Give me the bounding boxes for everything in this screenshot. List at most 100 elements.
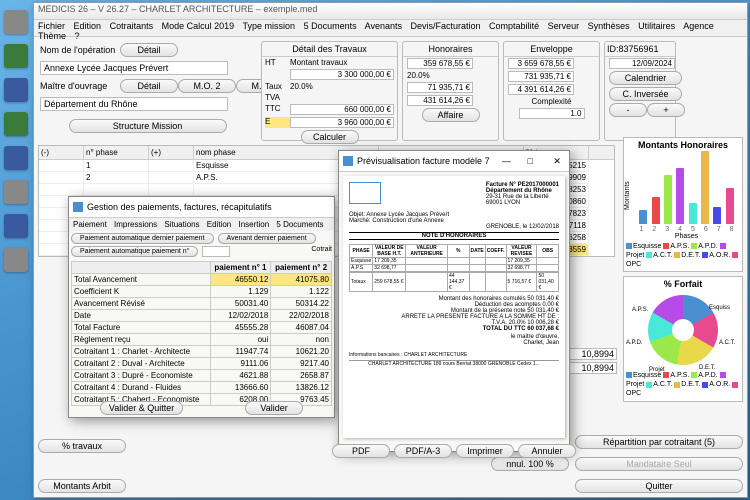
- menu-item[interactable]: 5 Documents: [304, 21, 357, 31]
- avenant-last-button[interactable]: Avenant dernier paiement: [218, 233, 316, 244]
- dialog-title: Gestion des paiements, factures, récapit…: [87, 202, 272, 212]
- affaire-button[interactable]: Affaire: [422, 108, 480, 122]
- valider-button[interactable]: Valider: [245, 401, 303, 415]
- hon-v4: 431 614,26 €: [407, 95, 473, 106]
- tva-value: 660 000,00 €: [290, 104, 394, 115]
- menu-item[interactable]: Serveur: [548, 21, 580, 31]
- tva-label: TVA: [265, 93, 290, 102]
- mo-label: Maître d'ouvrage: [40, 81, 120, 91]
- menu-item[interactable]: Impressions: [114, 220, 157, 229]
- montants-arbit-button[interactable]: Montants Arbit: [38, 479, 126, 493]
- auto-pay-last-button[interactable]: Paiement automatique dernier paiement: [71, 233, 214, 244]
- menu-item[interactable]: Devis/Facturation: [411, 21, 481, 31]
- chart-title: Montants Honoraires: [624, 138, 742, 152]
- desktop-icon[interactable]: [4, 214, 28, 238]
- col-minus[interactable]: (-): [39, 146, 84, 159]
- menu-item[interactable]: Thème: [38, 31, 66, 41]
- hon-pct: 20.0%: [407, 71, 430, 80]
- desktop-icon[interactable]: [4, 44, 28, 68]
- menu-item[interactable]: Fichier: [38, 21, 65, 31]
- env-v3: 4 391 614,26 €: [508, 84, 574, 95]
- cp: 69001 LYON: [486, 200, 520, 206]
- imprimer-button[interactable]: Imprimer: [456, 444, 514, 458]
- dialog-title: Prévisualisation facture modèle 7: [357, 156, 490, 166]
- ttc-v: 60 037,68 €: [527, 326, 559, 332]
- minus-button[interactable]: -: [609, 103, 647, 117]
- enveloppe-header: Enveloppe: [504, 42, 599, 57]
- ht-label: HT: [265, 58, 290, 67]
- repartition-button[interactable]: Répartition par cotraitant (5): [575, 435, 743, 449]
- detail-button[interactable]: Détail: [120, 79, 178, 93]
- menu-item[interactable]: Cotraitants: [110, 21, 154, 31]
- app-icon: [73, 202, 83, 212]
- mo-field[interactable]: Département du Rhône: [40, 97, 228, 111]
- menu-bar: Fichier Edition Cotraitants Mode Calcul …: [34, 20, 747, 37]
- annuler-button[interactable]: Annuler: [518, 444, 576, 458]
- menu-item[interactable]: Comptabilité: [489, 21, 539, 31]
- desktop-icon[interactable]: [4, 78, 28, 102]
- calendrier-button[interactable]: Calendrier: [609, 71, 682, 85]
- menu-item[interactable]: Agence: [683, 21, 714, 31]
- desktop-icon[interactable]: [4, 146, 28, 170]
- invoice-table: PHASEVALEUR DE BASE H.T.VALEUR ANTERIEUR…: [349, 244, 559, 292]
- pct-travaux-button[interactable]: % travaux: [38, 439, 126, 453]
- desktop-icon[interactable]: [4, 180, 28, 204]
- structure-mission-button[interactable]: Structure Mission: [69, 119, 227, 133]
- menu-item[interactable]: Avenants: [365, 21, 402, 31]
- date-value[interactable]: 12/09/2024: [609, 58, 675, 69]
- x-axis-label: Phases: [631, 233, 742, 240]
- c-inversee-button[interactable]: C. Inversée: [609, 87, 682, 101]
- pay-n-field[interactable]: [202, 246, 230, 257]
- desktop-icons: [0, 0, 32, 500]
- maximize-icon[interactable]: □: [524, 156, 537, 166]
- menu-item[interactable]: Utilitaires: [638, 21, 675, 31]
- payment-dialog: Gestion des paiements, factures, récapit…: [68, 196, 335, 418]
- menu-item[interactable]: Type mission: [243, 21, 296, 31]
- travaux-panel: Détail des Travaux HTMontant travaux 3 3…: [261, 41, 398, 141]
- calculer-button[interactable]: Calculer: [301, 130, 359, 144]
- menu-item[interactable]: Situations: [164, 220, 199, 229]
- ttc-label: TOTAL DU TTC: [483, 326, 526, 332]
- e-button[interactable]: E: [265, 117, 290, 128]
- col-plus[interactable]: (+): [149, 146, 194, 159]
- env-v1: 3 659 678,55 €: [508, 58, 574, 69]
- complexite-value[interactable]: 1.0: [519, 108, 585, 119]
- bank-info: Informations bancaires : CHARLET ARCHITE…: [349, 352, 559, 358]
- col-p1[interactable]: paiement n° 1: [210, 262, 271, 274]
- signature: le maitre d'œuvre, Charlet, Jean: [349, 334, 559, 346]
- quitter-button[interactable]: Quitter: [575, 479, 743, 493]
- col-p2[interactable]: paiement n° 2: [271, 262, 332, 274]
- close-icon[interactable]: ✕: [549, 156, 565, 167]
- menu-item[interactable]: Synthèses: [588, 21, 630, 31]
- desktop-icon[interactable]: [4, 248, 28, 272]
- menu-item[interactable]: Insertion: [238, 220, 269, 229]
- note-header: NOTE D'HONORAIRES: [349, 232, 559, 240]
- enveloppe-panel: Enveloppe 3 659 678,55 € 731 935,71 € 4 …: [503, 41, 600, 141]
- op-name-field[interactable]: Annexe Lycée Jacques Prévert: [40, 61, 228, 75]
- montant-travaux-value[interactable]: 3 300 000,00 €: [290, 69, 394, 80]
- id-header: ID:83756961: [605, 42, 675, 57]
- detail-button[interactable]: Détail: [120, 43, 178, 57]
- footer: CHARLET ARCHITECTURE 189 cours Berriat 3…: [349, 360, 559, 367]
- desktop-icon[interactable]: [4, 112, 28, 136]
- menu-item[interactable]: Edition: [207, 220, 231, 229]
- desktop-icon[interactable]: [4, 10, 28, 34]
- mandataire-button[interactable]: Mandataire Seul: [575, 457, 743, 471]
- menu-item[interactable]: Paiement: [73, 220, 107, 229]
- menu-item[interactable]: ?: [75, 31, 80, 41]
- pdf-button[interactable]: PDF: [332, 444, 390, 458]
- ville-date: GRENOBLE, le 12/02/2018: [349, 224, 559, 230]
- pdfa-button[interactable]: PDF/A-3: [394, 444, 452, 458]
- honoraires-panel: Honoraires 359 678,55 € 20.0% 71 935,71 …: [402, 41, 499, 141]
- mo2-button[interactable]: M.O. 2: [178, 79, 236, 93]
- valider-quitter-button[interactable]: Valider & Quitter: [100, 401, 183, 415]
- menu-item[interactable]: 5 Documents: [276, 220, 323, 229]
- plus-button[interactable]: +: [647, 103, 685, 117]
- pie-chart: % Forfait EsquissA.C.T.D.E.T.ProjetA.P.D…: [623, 276, 743, 401]
- menu-item[interactable]: Edition: [74, 21, 102, 31]
- minimize-icon[interactable]: —: [502, 156, 511, 166]
- y-axis-label: Montants: [624, 152, 631, 240]
- auto-pay-n-button[interactable]: Paiement automatique paiement n°: [71, 246, 198, 257]
- hon-v3: 71 935,71 €: [407, 82, 473, 93]
- menu-item[interactable]: Mode Calcul 2019: [162, 21, 235, 31]
